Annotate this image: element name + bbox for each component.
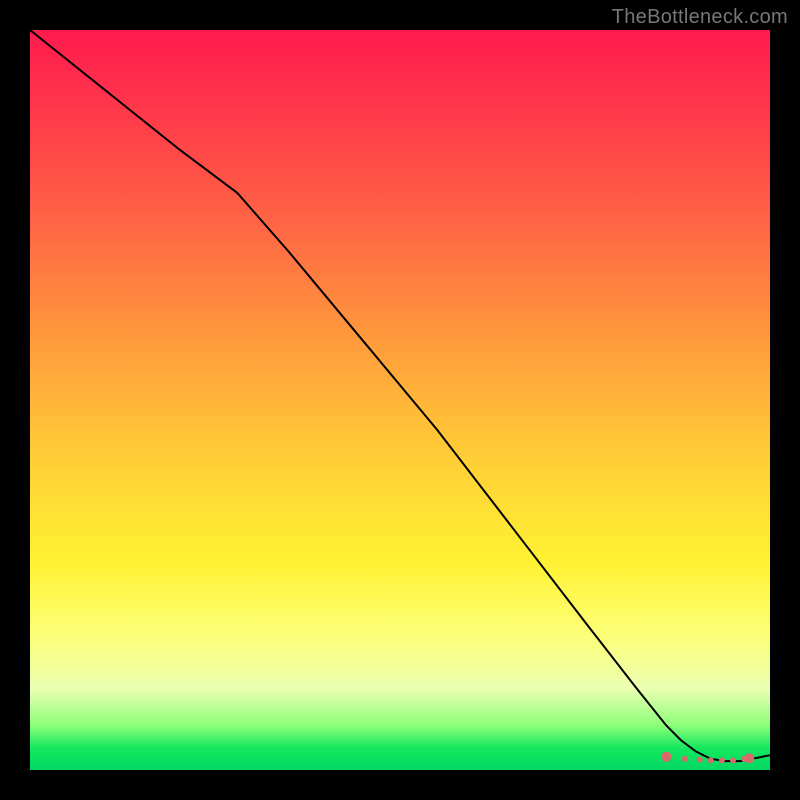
marker-dot — [730, 757, 736, 763]
marker-dot — [697, 757, 703, 763]
plot-area — [30, 30, 770, 770]
curve-path — [30, 30, 770, 761]
marker-dot — [708, 757, 714, 763]
watermark-text: TheBottleneck.com — [612, 6, 788, 29]
marker-dot — [682, 756, 688, 762]
marker-dot — [744, 753, 754, 763]
chart-stage: TheBottleneck.com — [0, 0, 800, 800]
chart-svg — [30, 30, 770, 770]
marker-dot — [719, 757, 725, 763]
marker-dot — [661, 752, 671, 762]
